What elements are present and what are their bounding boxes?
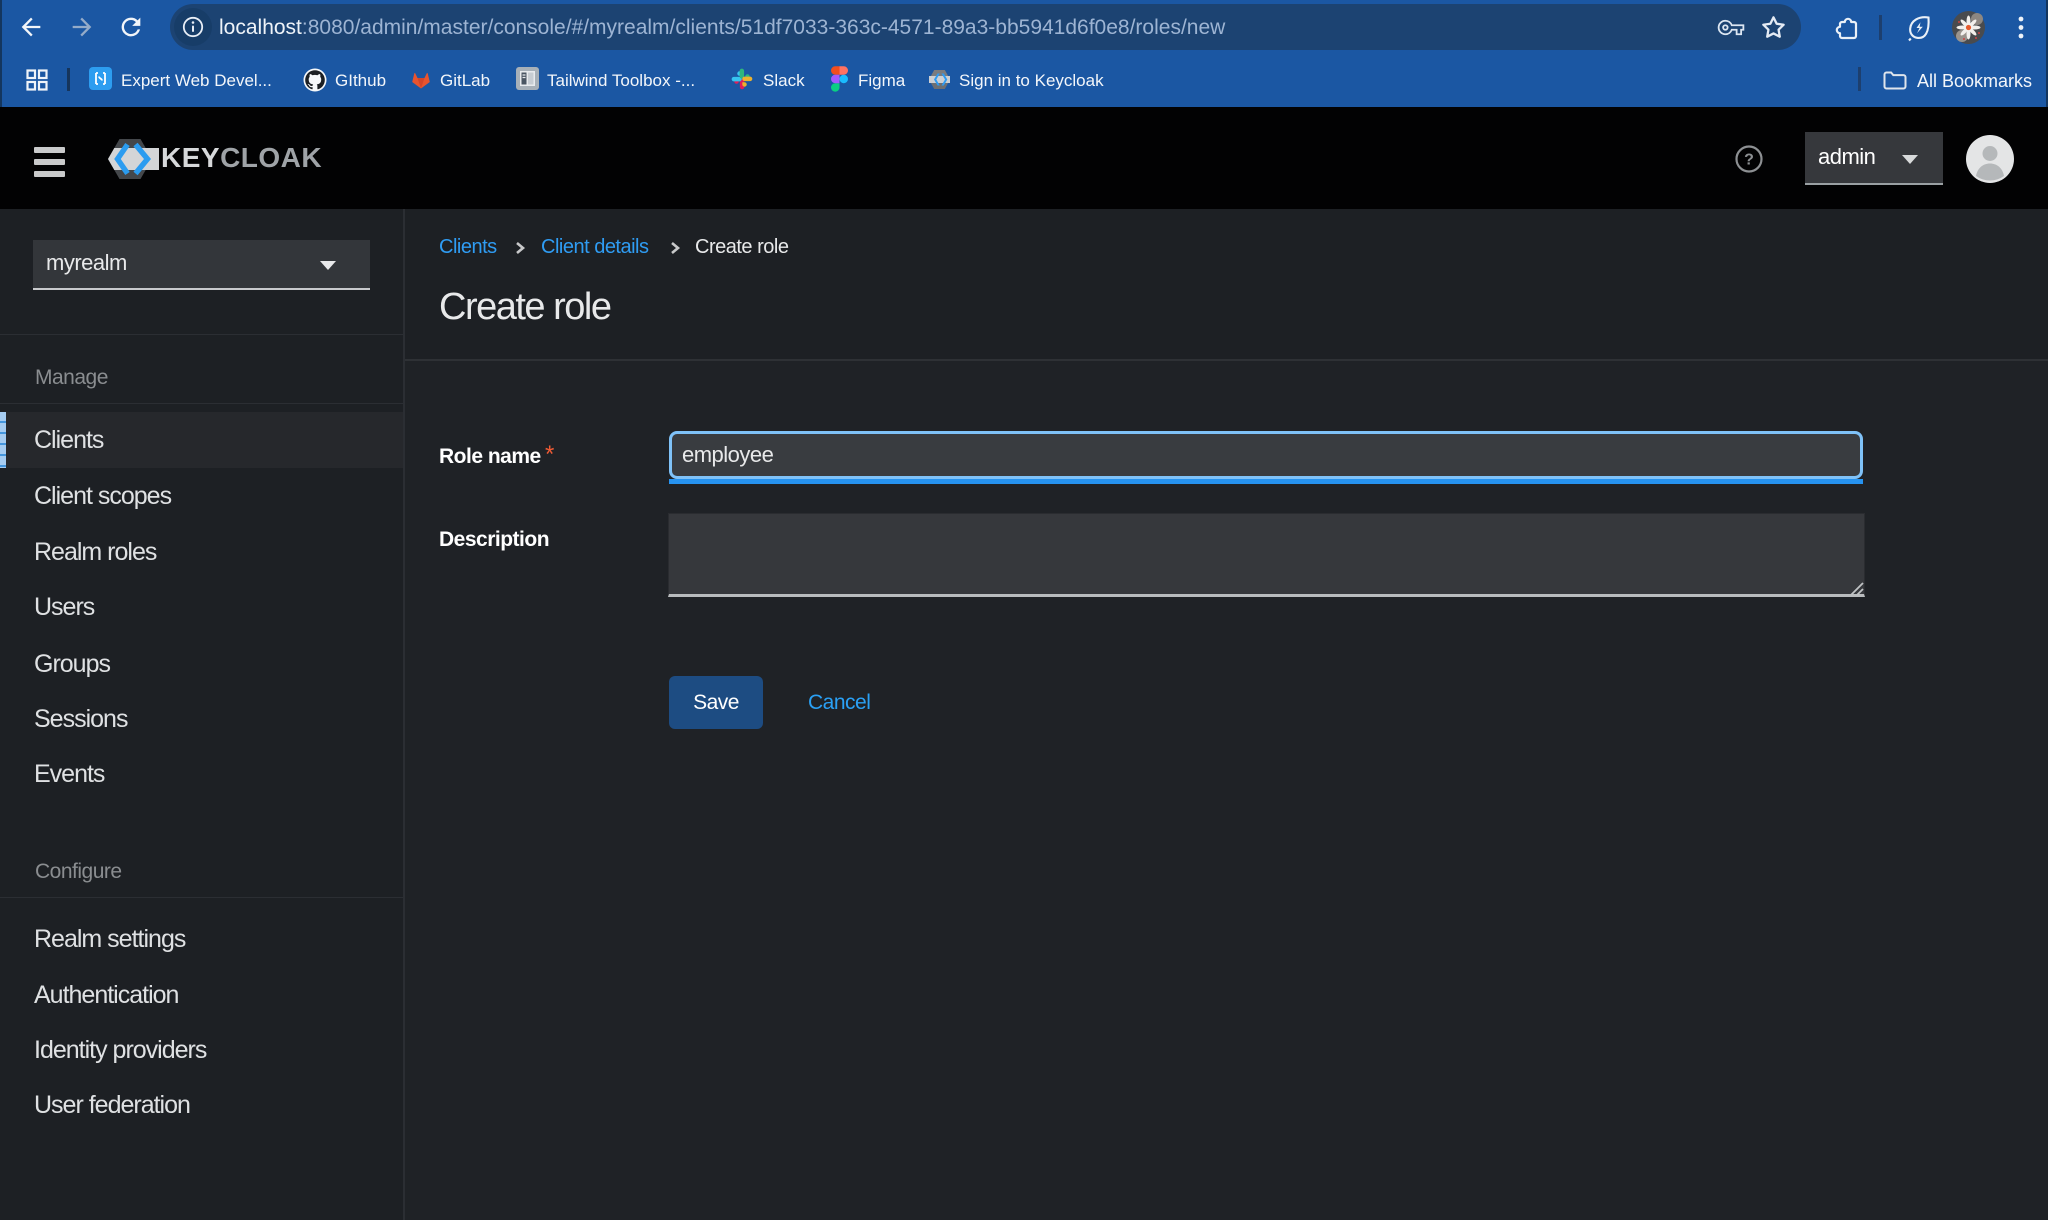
svg-text:?: ?: [1744, 152, 1754, 169]
